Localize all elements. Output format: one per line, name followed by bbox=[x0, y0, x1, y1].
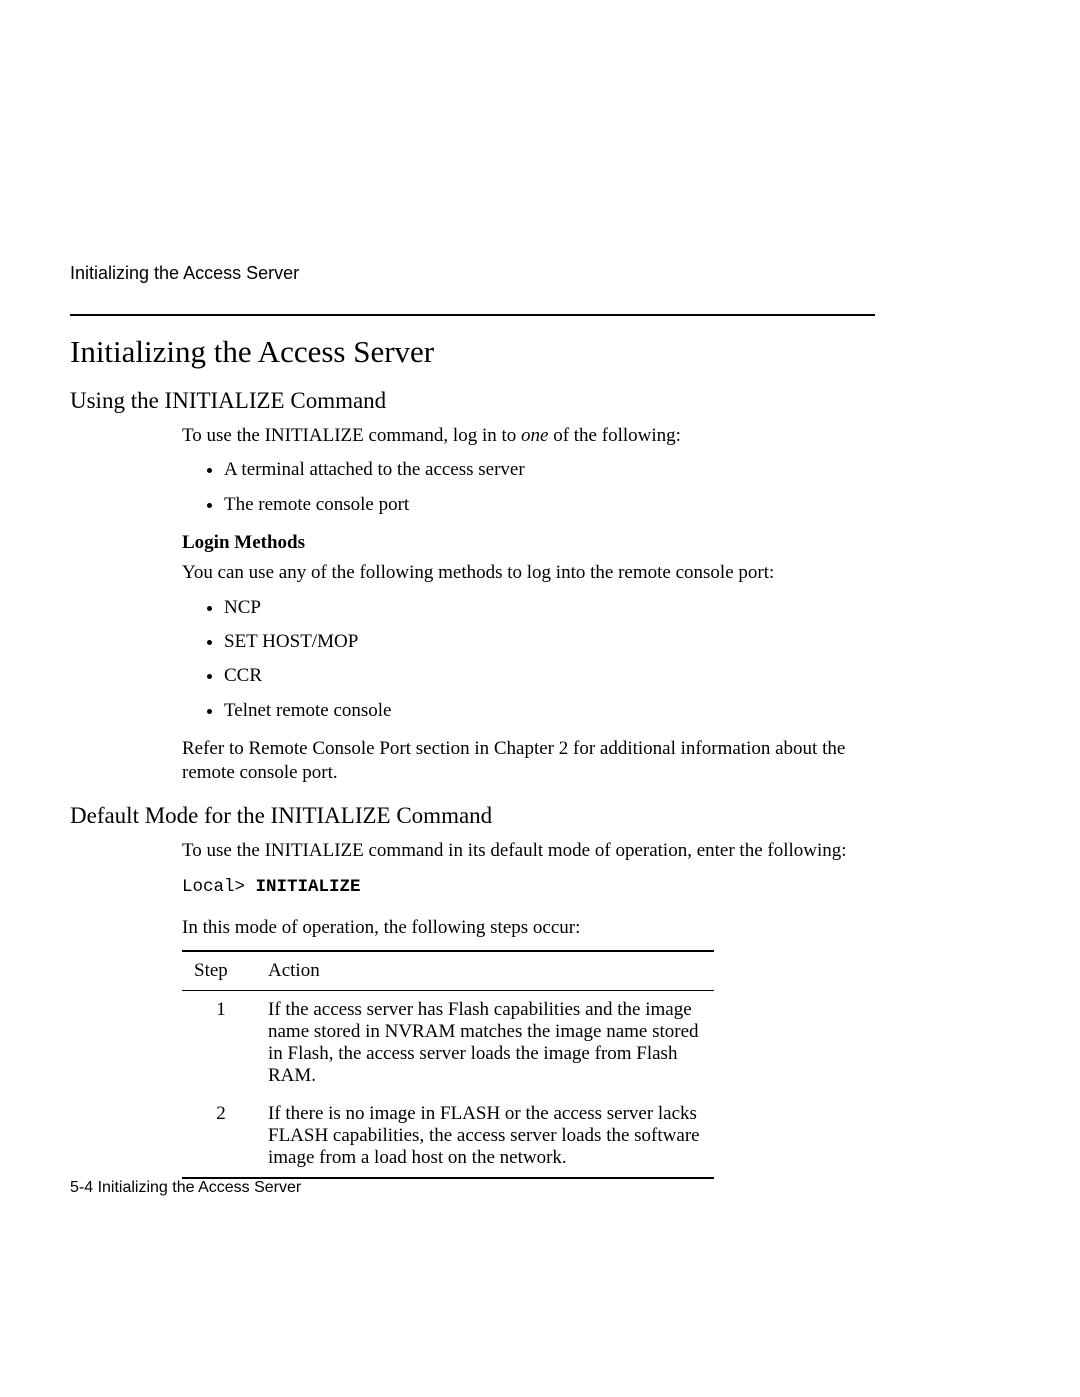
sub1-bullets-a: A terminal attached to the access server… bbox=[182, 458, 875, 517]
page-footer: 5-4 Initializing the Access Server bbox=[70, 1179, 301, 1197]
sub2-intro: To use the INITIALIZE command in its def… bbox=[182, 839, 875, 863]
cell-action: If there is no image in FLASH or the acc… bbox=[268, 1095, 714, 1178]
cell-action: If the access server has Flash capabilit… bbox=[268, 991, 714, 1096]
table-row: 2 If there is no image in FLASH or the a… bbox=[182, 1095, 714, 1178]
cell-step: 2 bbox=[182, 1095, 268, 1178]
list-item: The remote console port bbox=[224, 493, 875, 517]
sub1-intro-em: one bbox=[521, 425, 548, 446]
sub1-intro-a: To use the INITIALIZE command, log in to bbox=[182, 425, 521, 446]
sub1-bullets-b: NCP SET HOST/MOP CCR Telnet remote conso… bbox=[182, 596, 875, 723]
list-item: NCP bbox=[224, 596, 875, 620]
command-line: Local> INITIALIZE bbox=[182, 876, 875, 898]
content-area: Initializing the Access Server Initializ… bbox=[70, 263, 875, 1179]
sub2-after-cmd: In this mode of operation, the following… bbox=[182, 916, 875, 940]
steps-table: Step Action 1 If the access server has F… bbox=[182, 950, 714, 1179]
top-rule bbox=[70, 314, 875, 316]
list-item: A terminal attached to the access server bbox=[224, 458, 875, 482]
subheading-default-mode: Default Mode for the INITIALIZE Command bbox=[70, 803, 875, 829]
login-methods-label: Login Methods bbox=[182, 531, 875, 555]
section-title: Initializing the Access Server bbox=[70, 334, 875, 370]
col-header-step: Step bbox=[182, 951, 268, 991]
col-header-action: Action bbox=[268, 951, 714, 991]
list-item: CCR bbox=[224, 664, 875, 688]
table-row: 1 If the access server has Flash capabil… bbox=[182, 991, 714, 1096]
command-text: INITIALIZE bbox=[256, 877, 361, 897]
sub1-ref: Refer to Remote Console Port section in … bbox=[182, 737, 875, 786]
sub1-body: To use the INITIALIZE command, log in to… bbox=[182, 424, 875, 785]
subheading-using-initialize: Using the INITIALIZE Command bbox=[70, 388, 875, 414]
list-item: SET HOST/MOP bbox=[224, 630, 875, 654]
running-head: Initializing the Access Server bbox=[70, 263, 875, 284]
page: Initializing the Access Server Initializ… bbox=[0, 0, 1080, 1397]
login-methods-text: You can use any of the following methods… bbox=[182, 561, 875, 585]
sub1-intro: To use the INITIALIZE command, log in to… bbox=[182, 424, 875, 448]
cell-step: 1 bbox=[182, 991, 268, 1096]
list-item: Telnet remote console bbox=[224, 699, 875, 723]
sub1-intro-b: of the following: bbox=[548, 425, 680, 446]
command-prompt: Local> bbox=[182, 877, 256, 897]
sub2-body: To use the INITIALIZE command in its def… bbox=[182, 839, 875, 940]
table-header-row: Step Action bbox=[182, 951, 714, 991]
